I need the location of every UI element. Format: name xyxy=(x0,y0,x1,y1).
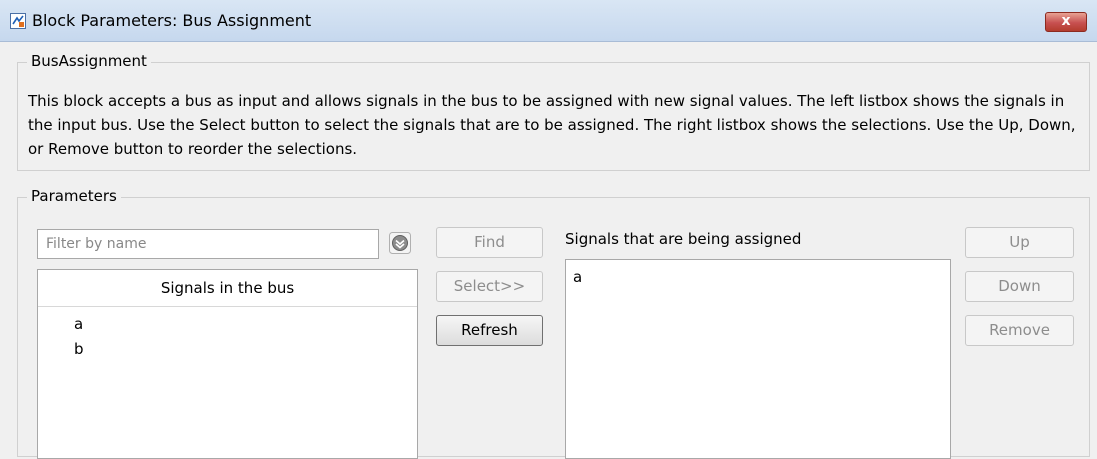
select-button[interactable]: Select>> xyxy=(436,271,543,302)
window-title: Block Parameters: Bus Assignment xyxy=(32,11,312,30)
matlab-block-icon xyxy=(10,13,26,29)
window-titlebar: Block Parameters: Bus Assignment x xyxy=(0,0,1097,42)
up-button[interactable]: Up xyxy=(965,227,1074,258)
list-item[interactable]: b xyxy=(74,340,84,358)
assigned-signals-label: Signals that are being assigned xyxy=(565,230,802,248)
filter-options-icon[interactable] xyxy=(389,232,411,254)
close-button[interactable]: x xyxy=(1045,12,1087,32)
refresh-button[interactable]: Refresh xyxy=(436,315,543,346)
remove-button[interactable]: Remove xyxy=(965,315,1074,346)
description-group-title: BusAssignment xyxy=(27,52,151,70)
find-button[interactable]: Find xyxy=(436,227,543,258)
list-item[interactable]: a xyxy=(74,315,83,333)
down-button[interactable]: Down xyxy=(965,271,1074,302)
list-item[interactable]: a xyxy=(573,268,582,286)
block-description: This block accepts a bus as input and al… xyxy=(28,92,1076,158)
filter-field xyxy=(37,229,379,259)
close-icon: x xyxy=(1061,13,1071,29)
signals-in-bus-listbox[interactable]: Signals in the bus a b xyxy=(37,269,418,459)
signals-in-bus-header: Signals in the bus xyxy=(38,270,417,307)
parameters-group-title: Parameters xyxy=(27,187,121,205)
filter-input[interactable] xyxy=(38,230,378,258)
assigned-signals-listbox[interactable]: a xyxy=(565,259,951,459)
